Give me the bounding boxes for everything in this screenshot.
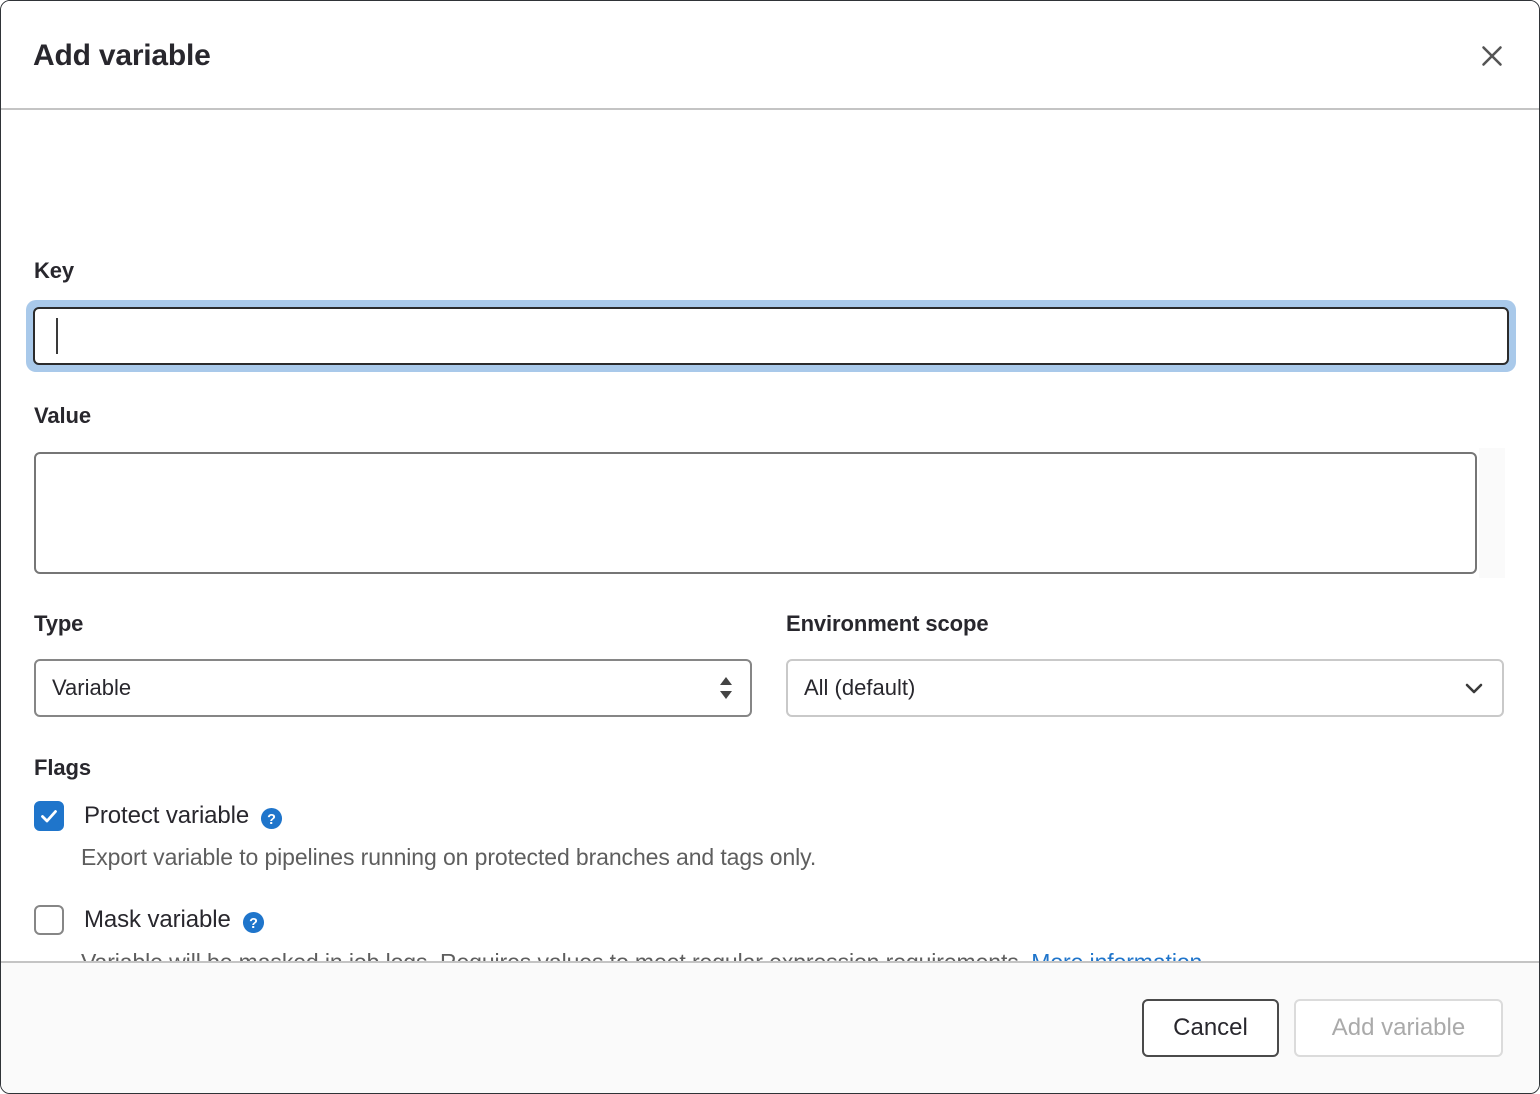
environment-scope-select[interactable]: All (default) <box>786 659 1504 717</box>
value-label: Value <box>34 403 91 428</box>
value-scrollbar-track[interactable] <box>1479 448 1505 578</box>
modal-footer: Cancel Add variable <box>1 961 1539 1093</box>
add-variable-modal: Add variable Key Value Type Variable Env… <box>0 0 1540 1094</box>
question-circle-icon[interactable]: ? <box>242 911 265 934</box>
svg-text:?: ? <box>267 811 276 827</box>
protect-variable-checkbox[interactable] <box>34 801 64 831</box>
key-input[interactable] <box>33 307 1509 365</box>
modal-header: Add variable <box>1 1 1539 110</box>
add-variable-button[interactable]: Add variable <box>1294 999 1503 1057</box>
value-textarea[interactable] <box>34 452 1477 574</box>
mask-variable-label: Mask variable <box>84 906 231 933</box>
protect-variable-label: Protect variable <box>84 802 250 829</box>
mask-variable-checkbox[interactable] <box>34 905 64 935</box>
flag-row-mask-variable[interactable]: Mask variable ? <box>34 905 265 935</box>
key-field-focus-ring <box>26 300 1516 372</box>
type-select[interactable]: Variable <box>34 659 752 717</box>
environment-scope-label: Environment scope <box>786 611 989 636</box>
environment-scope-value: All (default) <box>804 675 916 700</box>
modal-body: Key Value Type Variable Environment scop… <box>1 110 1539 975</box>
updown-stepper-icon <box>718 675 734 701</box>
cancel-button[interactable]: Cancel <box>1142 999 1279 1057</box>
question-circle-icon[interactable]: ? <box>260 807 283 830</box>
chevron-down-icon <box>1462 676 1486 700</box>
key-label: Key <box>34 258 75 283</box>
type-select-value: Variable <box>52 675 132 700</box>
flag-row-protect-variable[interactable]: Protect variable ? <box>34 801 283 831</box>
protect-variable-description: Export variable to pipelines running on … <box>81 844 817 870</box>
svg-text:?: ? <box>249 915 258 931</box>
check-icon <box>41 810 57 823</box>
page-title: Add variable <box>33 39 211 72</box>
type-label: Type <box>34 611 84 636</box>
close-button[interactable] <box>1469 34 1515 78</box>
close-icon <box>1478 42 1506 70</box>
flags-label: Flags <box>34 755 91 780</box>
text-cursor <box>56 318 58 354</box>
